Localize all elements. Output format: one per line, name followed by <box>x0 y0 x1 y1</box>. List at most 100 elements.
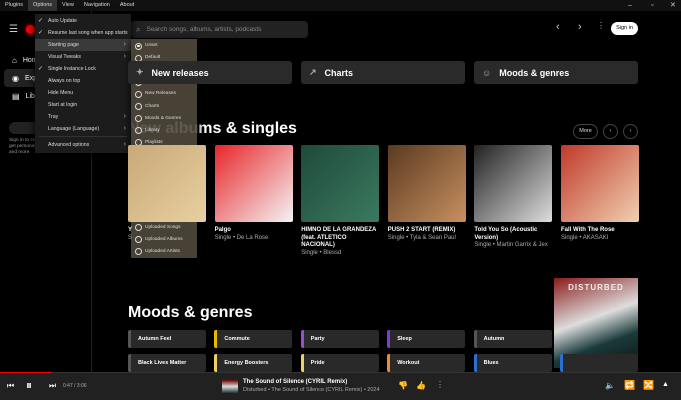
minimize-button[interactable]: – <box>628 0 632 11</box>
album-cover[interactable] <box>474 145 553 222</box>
menu-plugins[interactable]: Plugins <box>0 0 28 11</box>
menu-item[interactable]: ✓ Resume last song when app starts <box>35 27 131 39</box>
album-subtitle: S <box>128 234 133 241</box>
album-title[interactable]: Told You So (Acoustic Version) <box>474 227 552 242</box>
menu-view[interactable]: View <box>57 0 79 11</box>
hamburger-menu-icon[interactable]: ☰ <box>9 24 18 35</box>
menu-options[interactable]: Options <box>28 0 58 11</box>
album-card[interactable]: Told You So (Acoustic Version) Single • M… <box>474 145 553 250</box>
radio-item[interactable]: Charts <box>131 101 197 113</box>
radio-label: Default <box>145 55 161 61</box>
shuffle-icon[interactable]: 🔀 <box>643 380 654 391</box>
album-title[interactable]: HIMNO DE LA GRANDEZA (feat. ATLETICO NAC… <box>301 227 379 250</box>
shortcut-label: Charts <box>324 67 354 78</box>
smiley-icon: ☺ <box>482 67 492 78</box>
menu-item[interactable]: ✓ Auto Update <box>35 15 131 27</box>
sign-in-button[interactable]: Sign in <box>611 22 638 35</box>
back-icon[interactable]: ‹ <box>556 21 560 33</box>
album-card[interactable]: HIMNO DE LA GRANDEZA (feat. ATLETICO NAC… <box>301 145 380 257</box>
more-vert-icon[interactable]: ⋮ <box>597 21 605 30</box>
volume-icon[interactable]: 🔈 <box>605 381 615 390</box>
expand-icon[interactable]: ▲ <box>662 381 669 388</box>
radio-item[interactable]: Unset <box>131 40 197 52</box>
album-card[interactable]: PUSH 2 START (REMIX) Single • Tyla & Sean… <box>387 145 466 242</box>
menu-item-label: Tray <box>48 114 59 120</box>
menu-item[interactable]: Advanced options › <box>35 139 131 151</box>
radio-item[interactable]: Uploaded Artists <box>131 246 197 258</box>
track-subtitle[interactable]: Disturbed • The Sound of Silence (CYRIL … <box>243 387 380 393</box>
album-card[interactable]: Palgo Single • De La Rose <box>214 145 293 242</box>
shortcut-smiley[interactable]: ☺ Moods & genres <box>474 61 638 84</box>
album-subtitle: Single • Tyla & Sean Paul <box>387 234 456 241</box>
home-icon: ⌂ <box>12 55 17 65</box>
radio-label: New Releases <box>145 91 176 97</box>
check-icon: ✓ <box>38 18 44 24</box>
menu-item[interactable]: Starting page › <box>35 39 131 51</box>
album-thumbnail[interactable] <box>222 380 238 393</box>
menu-item[interactable]: Language (Language) › <box>35 123 131 135</box>
album-subtitle: Single • Blessd <box>301 249 342 256</box>
radio-label: Uploaded Artists <box>145 248 180 254</box>
mood-chip[interactable]: Autumn <box>473 330 552 348</box>
youtube-music-logo[interactable] <box>26 25 35 34</box>
album-cover[interactable] <box>214 145 293 222</box>
menu-item[interactable]: Visual Tweaks › <box>35 51 131 63</box>
carousel-prev-button[interactable]: ‹ <box>603 124 618 139</box>
menu-item[interactable]: Start at login <box>35 99 131 111</box>
album-cover[interactable] <box>128 145 206 222</box>
mood-chip[interactable]: Black Lives Matter <box>128 354 206 372</box>
menu-about[interactable]: About <box>115 0 139 11</box>
radio-item[interactable]: Moods & Genres <box>131 113 197 125</box>
next-icon[interactable]: ⏭ <box>49 381 56 391</box>
menu-divider <box>39 136 127 137</box>
mood-chip[interactable]: Blues <box>473 354 552 372</box>
radio-icon <box>135 115 142 123</box>
menu-item[interactable]: ✓ Single Instance Lock <box>35 63 131 75</box>
menu-item[interactable]: Always on top <box>35 75 131 87</box>
more-button[interactable]: More <box>573 124 598 139</box>
carousel-next-button[interactable]: › <box>623 124 638 139</box>
previous-icon[interactable]: ⏮ <box>7 381 14 391</box>
shortcut-label: New releases <box>151 67 209 78</box>
compass-icon: ◉ <box>12 73 19 83</box>
album-subtitle: Single • Martin Garrix & Jex <box>474 242 548 248</box>
album-card[interactable]: Fall With The Rose Single • AKASAKI <box>561 145 639 242</box>
album-title[interactable]: Y <box>128 227 206 235</box>
album-cover[interactable] <box>301 145 380 222</box>
mood-chip[interactable]: Energy Boosters <box>214 354 293 372</box>
mood-chip[interactable]: Sleep <box>387 330 466 348</box>
shortcut-new-releases[interactable]: ✦ New releases <box>128 61 292 84</box>
forward-icon[interactable]: › <box>578 21 582 33</box>
maximize-button[interactable]: ▫ <box>651 0 653 11</box>
mood-chip[interactable]: Commute <box>214 330 293 348</box>
more-vert-icon[interactable]: ⋮ <box>436 380 444 389</box>
radio-item[interactable]: New Releases <box>131 88 197 100</box>
mood-chip[interactable]: Pride <box>300 354 379 372</box>
repeat-icon[interactable]: 🔁 <box>624 380 635 391</box>
menu-navigation[interactable]: Navigation <box>79 0 115 11</box>
album-cover[interactable] <box>387 145 466 222</box>
menu-item-label: Always on top <box>48 78 81 84</box>
pause-icon[interactable]: ⏸ <box>26 378 32 393</box>
track-title[interactable]: The Sound of Silence (CYRIL Remix) <box>243 379 347 385</box>
radio-icon <box>135 42 142 50</box>
search-input[interactable]: ⌕ Search songs, albums, artists, podcast… <box>130 21 308 38</box>
dislike-icon[interactable]: 👎 <box>398 381 408 390</box>
shortcut-trending[interactable]: ↗ Charts <box>301 61 465 84</box>
menu-item-label: Starting page <box>48 42 79 48</box>
menu-item[interactable]: Hide Menu <box>35 87 131 99</box>
mood-chip[interactable]: Workout <box>387 354 466 372</box>
mood-chip[interactable]: Autumn Feel <box>128 330 206 348</box>
menu-item[interactable]: Tray › <box>35 111 131 123</box>
radio-icon <box>135 103 142 110</box>
mood-chip[interactable] <box>560 354 638 372</box>
radio-item[interactable]: Library <box>131 125 197 137</box>
album-cover[interactable] <box>561 145 639 222</box>
close-button[interactable]: ✕ <box>670 0 676 11</box>
album-title[interactable]: PUSH 2 START (REMIX) <box>388 227 466 235</box>
album-card[interactable]: YS <box>128 145 206 242</box>
album-title[interactable]: Palgo <box>215 227 293 235</box>
mood-chip[interactable]: Party <box>300 330 379 348</box>
album-title[interactable]: Fall With The Rose <box>561 227 639 235</box>
like-icon[interactable]: 👍 <box>416 381 426 390</box>
